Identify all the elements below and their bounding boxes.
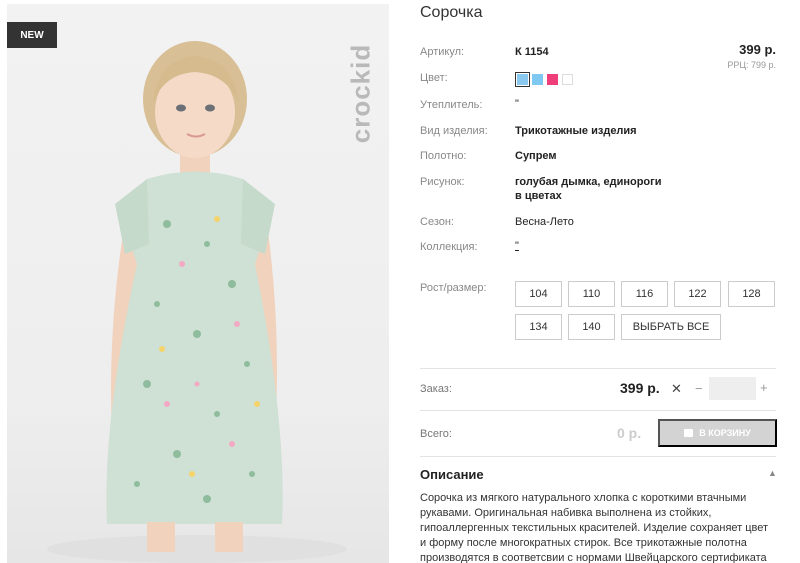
field-value-article: К 1154 bbox=[515, 46, 549, 58]
color-swatch-pink[interactable] bbox=[547, 74, 558, 85]
field-value-season: Весна-Лето bbox=[515, 216, 574, 228]
description-text: Сорочка из мягкого натурального хлопка с… bbox=[420, 492, 769, 563]
field-label-fabric: Полотно: bbox=[420, 150, 467, 162]
select-all-sizes-button[interactable]: ВЫБРАТЬ ВСЕ bbox=[621, 314, 721, 340]
field-value-type: Трикотажные изделия bbox=[515, 125, 637, 137]
size-button-122[interactable]: 122 bbox=[674, 281, 721, 307]
order-label: Заказ: bbox=[420, 383, 452, 395]
new-badge: NEW bbox=[7, 22, 57, 48]
add-to-cart-button[interactable]: В КОРЗИНУ bbox=[658, 419, 777, 447]
field-value-insulation: " bbox=[515, 98, 519, 110]
close-icon[interactable]: ✕ bbox=[671, 381, 682, 397]
product-title: Сорочка bbox=[420, 4, 483, 21]
size-button-110[interactable]: 110 bbox=[568, 281, 615, 307]
total-value: 0 р. bbox=[617, 425, 642, 441]
size-button-140[interactable]: 140 bbox=[568, 314, 615, 340]
quantity-increment-button[interactable]: + bbox=[760, 380, 768, 395]
size-button-128[interactable]: 128 bbox=[728, 281, 775, 307]
field-label-color: Цвет: bbox=[420, 72, 448, 84]
divider bbox=[420, 368, 776, 369]
color-swatch-light-blue[interactable] bbox=[515, 72, 530, 87]
field-value-collection[interactable]: " bbox=[515, 240, 519, 252]
field-value-fabric: Супрем bbox=[515, 150, 557, 162]
field-value-pattern-line2: в цветах bbox=[515, 190, 562, 202]
field-label-season: Сезон: bbox=[420, 216, 454, 228]
product-rrp: РРЦ: 799 р. bbox=[727, 60, 776, 70]
product-price: 399 р. bbox=[739, 42, 776, 57]
quantity-decrement-button[interactable]: − bbox=[695, 381, 703, 396]
product-photo[interactable]: NEW crockid bbox=[7, 4, 389, 563]
size-button-116[interactable]: 116 bbox=[621, 281, 668, 307]
cart-icon bbox=[684, 429, 694, 437]
brand-logo: crockid bbox=[345, 43, 376, 143]
color-swatch-blue[interactable] bbox=[532, 74, 543, 85]
divider bbox=[420, 410, 776, 411]
field-label-insulation: Утеплитель: bbox=[420, 99, 483, 111]
quantity-input[interactable] bbox=[709, 377, 756, 400]
add-to-cart-label: В КОРЗИНУ bbox=[699, 428, 751, 438]
total-label: Всего: bbox=[420, 428, 452, 440]
size-label: Рост/размер: bbox=[420, 282, 487, 294]
color-swatch-white[interactable] bbox=[562, 74, 573, 85]
field-label-article: Артикул: bbox=[420, 46, 465, 58]
order-price: 399 р. bbox=[620, 380, 660, 396]
field-label-collection: Коллекция: bbox=[420, 241, 478, 253]
description-heading[interactable]: Описание bbox=[420, 467, 484, 482]
field-value-pattern: голубая дымка, единороги bbox=[515, 176, 662, 188]
field-label-pattern: Рисунок: bbox=[420, 176, 465, 188]
divider bbox=[420, 456, 776, 457]
size-button-134[interactable]: 134 bbox=[515, 314, 562, 340]
girl-in-dress-illustration bbox=[47, 41, 347, 563]
size-button-104[interactable]: 104 bbox=[515, 281, 562, 307]
collapse-caret-icon[interactable]: ▲ bbox=[768, 468, 777, 478]
field-label-type: Вид изделия: bbox=[420, 125, 488, 137]
